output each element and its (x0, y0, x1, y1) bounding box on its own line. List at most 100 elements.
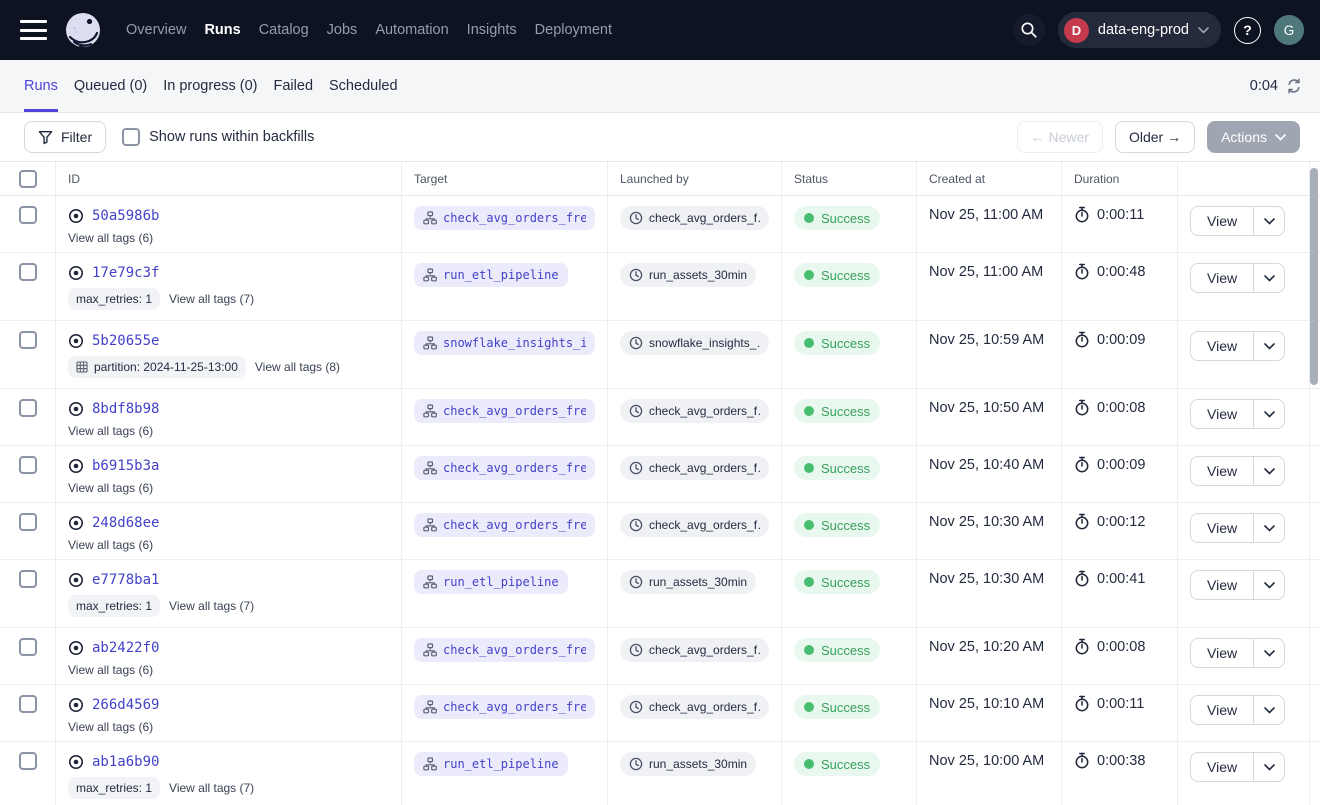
view-button[interactable]: View (1190, 570, 1254, 600)
launched-by-pill[interactable]: check_avg_orders_f… (620, 399, 769, 423)
nav-item-runs[interactable]: Runs (204, 22, 240, 38)
row-checkbox[interactable] (19, 331, 37, 349)
menu-icon[interactable] (20, 18, 50, 42)
target-pill[interactable]: run_etl_pipeline (414, 263, 568, 287)
view-dropdown-button[interactable] (1253, 331, 1285, 361)
run-id-link[interactable]: 266d4569 (92, 697, 159, 713)
run-id-link[interactable]: ab1a6b90 (92, 754, 159, 770)
row-checkbox[interactable] (19, 752, 37, 770)
view-button[interactable]: View (1190, 331, 1254, 361)
run-id-link[interactable]: 50a5986b (92, 208, 159, 224)
row-checkbox[interactable] (19, 456, 37, 474)
launched-by-pill[interactable]: run_assets_30min (620, 570, 756, 594)
search-button[interactable] (1013, 14, 1045, 46)
older-button[interactable]: Older → (1115, 121, 1195, 153)
row-checkbox[interactable] (19, 570, 37, 588)
view-dropdown-button[interactable] (1253, 570, 1285, 600)
refresh-icon[interactable] (1286, 78, 1302, 94)
row-checkbox[interactable] (19, 695, 37, 713)
view-all-tags-link[interactable]: View all tags (7) (169, 781, 254, 795)
view-button[interactable]: View (1190, 206, 1254, 236)
target-pill[interactable]: run_etl_pipeline (414, 570, 568, 594)
actions-button[interactable]: Actions (1207, 121, 1300, 153)
run-tag[interactable]: max_retries: 1 (68, 777, 160, 799)
nav-item-deployment[interactable]: Deployment (535, 22, 612, 38)
nav-item-jobs[interactable]: Jobs (327, 22, 358, 38)
select-all-checkbox[interactable] (19, 170, 37, 188)
launched-by-pill[interactable]: check_avg_orders_f… (620, 513, 769, 537)
filter-button[interactable]: Filter (24, 121, 106, 153)
view-dropdown-button[interactable] (1253, 263, 1285, 293)
launched-by-pill[interactable]: check_avg_orders_f… (620, 695, 769, 719)
launched-by-pill[interactable]: snowflake_insights_… (620, 331, 769, 355)
target-pill[interactable]: check_avg_orders_freshne (414, 206, 595, 230)
view-all-tags-link[interactable]: View all tags (6) (68, 720, 153, 734)
run-id-link[interactable]: b6915b3a (92, 458, 159, 474)
target-pill[interactable]: check_avg_orders_freshne (414, 638, 595, 662)
launched-by-pill[interactable]: check_avg_orders_f… (620, 456, 769, 480)
target-pill[interactable]: check_avg_orders_freshne (414, 695, 595, 719)
run-tag[interactable]: max_retries: 1 (68, 288, 160, 310)
target-pill[interactable]: snowflake_insights_import (414, 331, 595, 355)
view-button[interactable]: View (1190, 695, 1254, 725)
row-checkbox[interactable] (19, 638, 37, 656)
view-button[interactable]: View (1190, 263, 1254, 293)
view-dropdown-button[interactable] (1253, 456, 1285, 486)
backfills-checkbox[interactable] (122, 128, 140, 146)
row-checkbox[interactable] (19, 263, 37, 281)
view-all-tags-link[interactable]: View all tags (7) (169, 599, 254, 613)
view-button[interactable]: View (1190, 456, 1254, 486)
view-dropdown-button[interactable] (1253, 638, 1285, 668)
view-all-tags-link[interactable]: View all tags (8) (255, 360, 340, 374)
view-all-tags-link[interactable]: View all tags (6) (68, 424, 153, 438)
view-button[interactable]: View (1190, 752, 1254, 782)
run-id-link[interactable]: 8bdf8b98 (92, 401, 159, 417)
view-dropdown-button[interactable] (1253, 206, 1285, 236)
run-tag[interactable]: partition: 2024-11-25-13:00 (68, 356, 246, 378)
target-pill[interactable]: check_avg_orders_freshne (414, 513, 595, 537)
deployment-switcher[interactable]: D data-eng-prod (1058, 12, 1221, 48)
tab-failed[interactable]: Failed (274, 60, 314, 112)
run-tag[interactable]: max_retries: 1 (68, 595, 160, 617)
target-pill[interactable]: check_avg_orders_freshne (414, 456, 595, 480)
run-id-link[interactable]: 5b20655e (92, 333, 159, 349)
view-button[interactable]: View (1190, 513, 1254, 543)
tab-scheduled[interactable]: Scheduled (329, 60, 398, 112)
row-checkbox[interactable] (19, 206, 37, 224)
view-button[interactable]: View (1190, 399, 1254, 429)
nav-item-automation[interactable]: Automation (375, 22, 448, 38)
run-id-link[interactable]: e7778ba1 (92, 572, 159, 588)
row-checkbox[interactable] (19, 399, 37, 417)
view-all-tags-link[interactable]: View all tags (6) (68, 663, 153, 677)
launched-by-pill[interactable]: run_assets_30min (620, 752, 756, 776)
dagster-logo-icon[interactable] (64, 11, 102, 49)
nav-item-overview[interactable]: Overview (126, 22, 186, 38)
newer-button[interactable]: ← Newer (1017, 121, 1103, 153)
launched-by-pill[interactable]: check_avg_orders_f… (620, 206, 769, 230)
nav-item-insights[interactable]: Insights (467, 22, 517, 38)
view-button[interactable]: View (1190, 638, 1254, 668)
run-id-link[interactable]: 17e79c3f (92, 265, 159, 281)
nav-item-catalog[interactable]: Catalog (259, 22, 309, 38)
view-dropdown-button[interactable] (1253, 695, 1285, 725)
run-id-link[interactable]: 248d68ee (92, 515, 159, 531)
run-id-link[interactable]: ab2422f0 (92, 640, 159, 656)
avatar[interactable]: G (1274, 15, 1304, 45)
tab-in-progress[interactable]: In progress (0) (163, 60, 257, 112)
view-all-tags-link[interactable]: View all tags (6) (68, 481, 153, 495)
help-button[interactable]: ? (1234, 17, 1261, 44)
view-dropdown-button[interactable] (1253, 513, 1285, 543)
view-dropdown-button[interactable] (1253, 752, 1285, 782)
vertical-scrollbar[interactable] (1310, 168, 1318, 385)
launched-by-pill[interactable]: run_assets_30min (620, 263, 756, 287)
launched-by-pill[interactable]: check_avg_orders_f… (620, 638, 769, 662)
view-all-tags-link[interactable]: View all tags (6) (68, 231, 153, 245)
tab-runs[interactable]: Runs (24, 60, 58, 112)
view-all-tags-link[interactable]: View all tags (7) (169, 292, 254, 306)
target-pill[interactable]: check_avg_orders_freshne (414, 399, 595, 423)
tab-queued[interactable]: Queued (0) (74, 60, 147, 112)
row-checkbox[interactable] (19, 513, 37, 531)
view-all-tags-link[interactable]: View all tags (6) (68, 538, 153, 552)
view-dropdown-button[interactable] (1253, 399, 1285, 429)
target-pill[interactable]: run_etl_pipeline (414, 752, 568, 776)
